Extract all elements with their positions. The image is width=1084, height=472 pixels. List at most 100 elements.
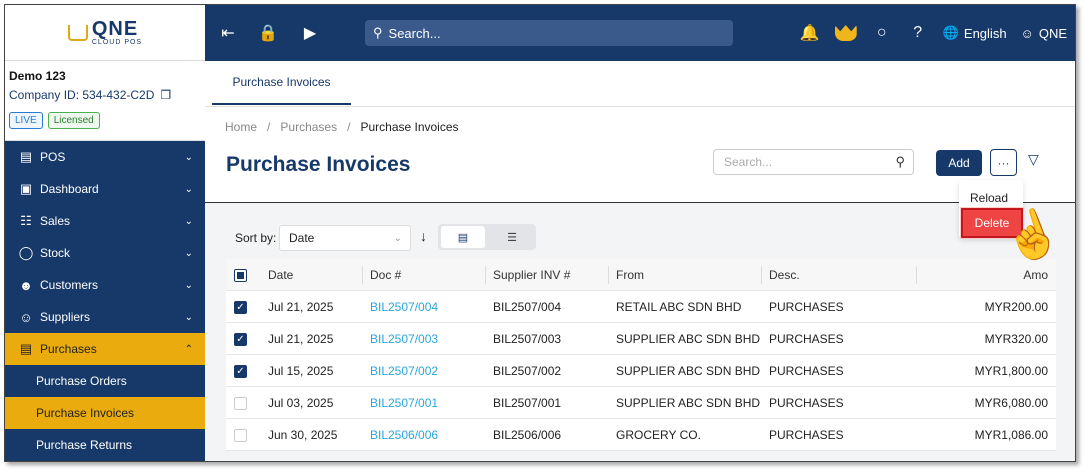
row-doc-link[interactable]: BIL2507/001 — [370, 387, 438, 419]
row-doc-link[interactable]: BIL2507/002 — [370, 355, 438, 387]
logo-sub-text: CLOUD POS — [91, 39, 143, 46]
col-header-from[interactable]: From — [616, 259, 644, 291]
logo[interactable]: QNE CLOUD POS — [5, 5, 205, 61]
list-view-icon[interactable]: ☰ — [490, 226, 534, 248]
sidebar-item-suppliers[interactable]: ☺ Suppliers ⌄ — [5, 301, 205, 333]
row-checkbox[interactable]: ✓ — [234, 364, 247, 378]
user-label: QNE — [1038, 25, 1067, 41]
sort-label: Sort by: — [235, 231, 277, 245]
global-search-placeholder: Search... — [388, 25, 441, 41]
table-header: Date Doc # Supplier INV # From Desc. Amo — [226, 259, 1056, 291]
sidebar-item-label: Dashboard — [40, 182, 99, 196]
row-date: Jul 03, 2025 — [268, 396, 334, 410]
sort-select[interactable]: Date ⌄ — [279, 225, 411, 251]
row-amount: MYR1,800.00 — [974, 364, 1048, 378]
chevron-down-icon: ⌄ — [184, 215, 193, 227]
lock-icon[interactable]: 🔒 — [257, 22, 279, 44]
sidebar-subitem-purchase-orders[interactable]: Purchase Orders — [5, 365, 205, 397]
row-supplier-inv: BIL2506/006 — [493, 428, 562, 442]
help-icon[interactable]: ? — [907, 22, 929, 44]
sort-value: Date — [289, 231, 315, 245]
table-row[interactable]: ✓ Jul 21, 2025 BIL2507/004 BIL2507/004 R… — [226, 291, 1056, 323]
table-row[interactable]: ✓ Jul 15, 2025 BIL2507/002 BIL2507/002 S… — [226, 355, 1056, 387]
row-checkbox[interactable]: ✓ — [234, 332, 247, 346]
table-row[interactable]: Jun 30, 2025 BIL2506/006 BIL2506/006 GRO… — [226, 419, 1056, 451]
sidebar-item-purchases[interactable]: ▤ Purchases ⌃ — [5, 333, 205, 365]
row-desc: PURCHASES — [769, 396, 844, 410]
row-date: Jul 21, 2025 — [268, 300, 334, 314]
global-search-input[interactable]: ⚲ Search... — [365, 20, 733, 46]
table-view-icon[interactable]: ▤ — [441, 226, 485, 248]
chevron-down-icon: ⌄ — [393, 232, 402, 244]
breadcrumb-purchases[interactable]: Purchases — [280, 120, 337, 134]
row-doc-link[interactable]: BIL2506/006 — [370, 419, 438, 451]
menu-collapse-icon[interactable]: ⇤ — [217, 22, 239, 44]
list-search-placeholder: Search... — [724, 155, 773, 169]
chevron-down-icon: ⌄ — [184, 279, 193, 291]
main-content: Purchase Invoices Home / Purchases / Pur… — [205, 61, 1075, 461]
user-menu[interactable]: ☺ QNE — [1021, 26, 1067, 41]
list-search-input[interactable]: Search... ⚲ — [713, 149, 914, 175]
breadcrumb: Home / Purchases / Purchase Invoices — [225, 120, 459, 134]
sidebar-item-label: Suppliers — [40, 310, 91, 324]
col-header-supplier-inv[interactable]: Supplier INV # — [493, 259, 570, 291]
row-amount: MYR320.00 — [984, 332, 1048, 346]
row-supplier-inv: BIL2507/002 — [493, 364, 562, 378]
row-from: GROCERY CO. — [616, 428, 701, 442]
crown-icon[interactable] — [834, 25, 857, 41]
stock-icon: ◯ — [18, 245, 34, 260]
column-divider — [916, 266, 917, 284]
sidebar-subitem-label: Purchase Orders — [36, 374, 127, 388]
sidebar-subitem-purchase-invoices[interactable]: Purchase Invoices — [5, 397, 205, 429]
row-supplier-inv: BIL2507/003 — [493, 332, 562, 346]
tab-purchase-invoices[interactable]: Purchase Invoices — [212, 61, 351, 105]
top-bar: ⇤ 🔒 ▶ ⚲ Search... 🔔 ○ ? 🌐 English ☺ QNE — [205, 5, 1075, 61]
row-checkbox[interactable] — [234, 428, 247, 442]
sidebar-item-sales[interactable]: ☷ Sales ⌄ — [5, 205, 205, 237]
add-button[interactable]: Add — [936, 150, 982, 176]
copy-icon[interactable]: ❐ — [160, 88, 171, 102]
col-header-date[interactable]: Date — [268, 259, 293, 291]
table-row[interactable]: ✓ Jul 21, 2025 BIL2507/003 BIL2507/003 S… — [226, 323, 1056, 355]
sidebar-item-pos[interactable]: ▤ POS ⌄ — [5, 141, 205, 173]
breadcrumb-separator: / — [347, 120, 351, 134]
sidebar-item-stock[interactable]: ◯ Stock ⌄ — [5, 237, 205, 269]
breadcrumb-current: Purchase Invoices — [360, 120, 459, 134]
company-name: Demo 123 — [9, 69, 66, 83]
play-circle-icon[interactable]: ▶ — [299, 22, 321, 44]
row-checkbox[interactable] — [234, 396, 247, 410]
row-from: SUPPLIER ABC SDN BHD — [616, 332, 761, 346]
licensed-badge: Licensed — [47, 112, 100, 129]
sidebar-item-customers[interactable]: ☻ Customers ⌄ — [5, 269, 205, 301]
menu-item-reload[interactable]: Reload — [970, 191, 1008, 205]
more-options-button[interactable]: ··· — [990, 149, 1017, 176]
row-doc-link[interactable]: BIL2507/003 — [370, 323, 438, 355]
row-supplier-inv: BIL2507/001 — [493, 396, 562, 410]
invoice-table: Date Doc # Supplier INV # From Desc. Amo… — [226, 259, 1056, 451]
row-date: Jun 30, 2025 — [268, 428, 338, 442]
sidebar-subitem-purchase-returns[interactable]: Purchase Returns — [5, 429, 205, 461]
filter-icon[interactable]: ▽ — [1028, 151, 1039, 168]
row-amount: MYR6,080.00 — [974, 396, 1048, 410]
app-window: QNE CLOUD POS ⇤ 🔒 ▶ ⚲ Search... 🔔 ○ ? 🌐 … — [4, 4, 1076, 462]
chevron-up-icon: ⌃ — [184, 343, 193, 355]
purchases-icon: ▤ — [19, 341, 33, 356]
row-checkbox[interactable]: ✓ — [234, 300, 247, 314]
bell-icon[interactable]: 🔔 — [799, 22, 821, 44]
select-all-checkbox[interactable] — [234, 268, 247, 282]
chat-icon[interactable]: ○ — [871, 22, 893, 44]
table-row[interactable]: Jul 03, 2025 BIL2507/001 BIL2507/001 SUP… — [226, 387, 1056, 419]
sort-direction-icon[interactable]: ↓ — [420, 228, 427, 244]
breadcrumb-home[interactable]: Home — [225, 120, 257, 134]
sidebar-item-dashboard[interactable]: ▣ Dashboard ⌄ — [5, 173, 205, 205]
row-date: Jul 15, 2025 — [268, 364, 334, 378]
view-toggle: ▤ ☰ — [438, 224, 536, 250]
language-label: English — [963, 25, 1007, 41]
row-desc: PURCHASES — [769, 300, 844, 314]
col-header-desc[interactable]: Desc. — [769, 259, 800, 291]
tab-bar: Purchase Invoices — [205, 61, 1075, 107]
cart-icon — [67, 24, 88, 41]
row-doc-link[interactable]: BIL2507/004 — [370, 291, 438, 323]
language-selector[interactable]: 🌐 English — [943, 25, 1007, 41]
col-header-doc[interactable]: Doc # — [370, 259, 401, 291]
